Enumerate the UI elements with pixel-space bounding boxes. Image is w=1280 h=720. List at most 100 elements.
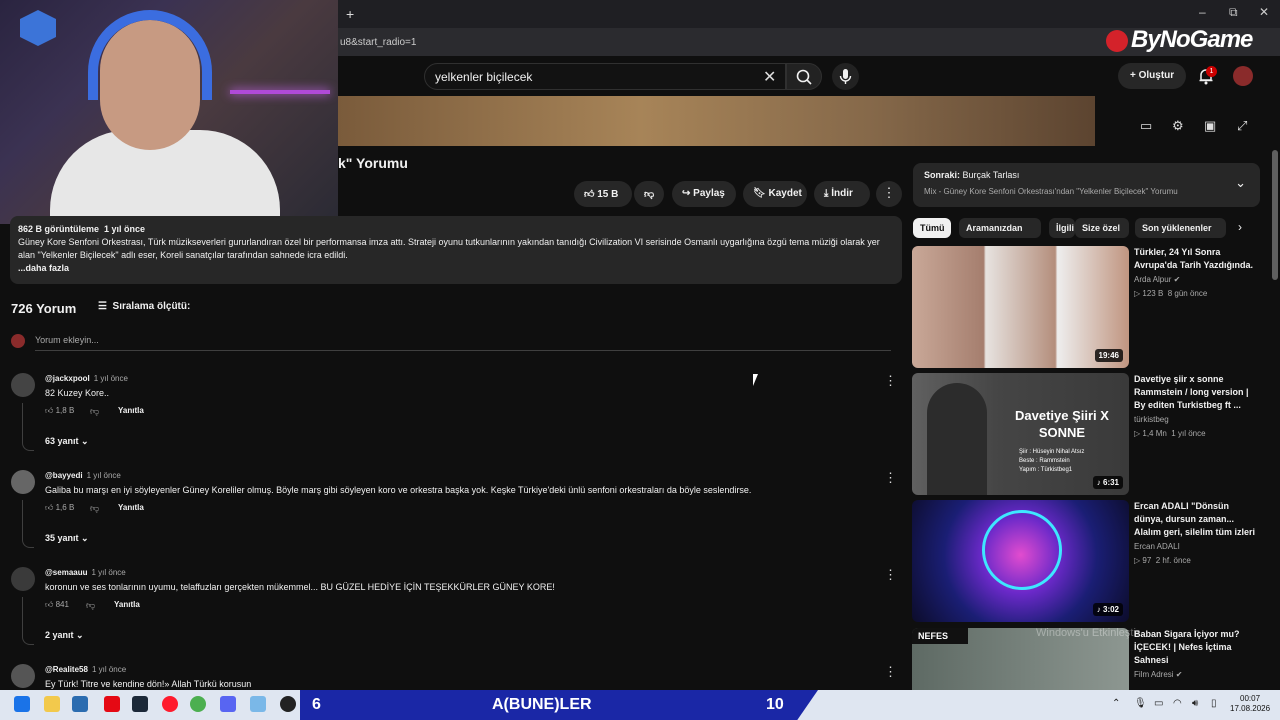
minimize-icon[interactable]: – xyxy=(1199,5,1206,19)
steam-icon[interactable] xyxy=(132,696,148,712)
comment-dislike-icon[interactable]: 👎︎ xyxy=(86,600,95,611)
voice-search-button[interactable] xyxy=(832,63,859,90)
video-player[interactable] xyxy=(338,96,1095,146)
app-icon[interactable] xyxy=(250,696,266,712)
download-button[interactable]: ⤓ İndir xyxy=(814,181,870,207)
tray-chevron-icon[interactable]: ⌃ xyxy=(1112,698,1120,709)
account-avatar[interactable] xyxy=(1233,66,1253,86)
url-text: u8&start_radio=1 xyxy=(340,37,417,48)
commenter-avatar[interactable] xyxy=(11,664,35,688)
subtitles-icon[interactable]: ▭ xyxy=(1140,118,1152,134)
opera-icon[interactable] xyxy=(162,696,178,712)
replies-toggle[interactable]: 2 yanıt ⌄ xyxy=(45,630,84,641)
miniplayer-icon[interactable]: ▣ xyxy=(1204,118,1216,134)
more-actions-button[interactable]: ⋮ xyxy=(876,181,902,207)
reply-button[interactable]: Yanıtla xyxy=(118,406,144,415)
recommendation-item[interactable]: Davetiye Şiiri X SONNE Şiir : Hüseyin Ni… xyxy=(912,373,1260,495)
reply-button[interactable]: Yanıtla xyxy=(118,503,144,512)
netflix-icon[interactable] xyxy=(104,696,120,712)
commenter-avatar[interactable] xyxy=(11,470,35,494)
comment-author[interactable]: @jackxpool xyxy=(45,374,90,383)
chip-related[interactable]: İlgili xyxy=(1049,218,1075,238)
chevron-down-icon: ⌄ xyxy=(81,533,89,543)
file-explorer-icon[interactable] xyxy=(44,696,60,712)
comment-menu-icon[interactable]: ⋮ xyxy=(884,567,897,583)
network-icon[interactable]: ▭ xyxy=(1154,698,1163,709)
filter-chips: Tümü Aramanızdan İlgili Size özel Son yü… xyxy=(913,218,1258,238)
settings-gear-icon[interactable]: ⚙ xyxy=(1172,118,1184,134)
description-box[interactable]: 862 B görüntüleme 1 yıl önce Güney Kore … xyxy=(10,216,902,284)
webcam-overlay xyxy=(0,0,338,224)
chevron-right-icon[interactable]: › xyxy=(1238,220,1242,234)
chip-recent[interactable]: Son yüklenenler xyxy=(1135,218,1226,238)
chip-for-you[interactable]: Size özel xyxy=(1075,218,1129,238)
discord-icon[interactable] xyxy=(220,696,236,712)
recommendation-item[interactable]: ♪ 3:02 Ercan ADALI "Dönsün dünya, dursun… xyxy=(912,500,1260,622)
search-button[interactable] xyxy=(786,63,822,90)
clear-search-icon[interactable]: ✕ xyxy=(763,67,776,87)
windows-start-icon[interactable] xyxy=(14,696,30,712)
scrollbar[interactable] xyxy=(1272,150,1278,280)
comment-like-button[interactable]: 👍︎ 1,8 B xyxy=(45,406,74,416)
comment-dislike-icon[interactable]: 👎︎ xyxy=(90,406,99,417)
comment-author[interactable]: @Realite58 xyxy=(45,665,88,674)
comment-dislike-icon[interactable]: 👎︎ xyxy=(90,503,99,514)
channel-name[interactable]: türkistbeg xyxy=(1134,415,1169,424)
chip-all[interactable]: Tümü xyxy=(913,218,951,238)
new-tab-button[interactable]: + xyxy=(346,6,354,22)
recommendation-title[interactable]: Baban Sigara İçiyor mu? İÇECEK! | Nefes … xyxy=(1134,628,1258,667)
like-button[interactable]: 👍︎ 15 B xyxy=(574,181,632,207)
channel-name[interactable]: Arda Alpur ✔ xyxy=(1134,275,1180,284)
chrome-icon[interactable] xyxy=(190,696,206,712)
channel-name[interactable]: Film Adresi ✔ xyxy=(1134,670,1183,679)
comment-like-button[interactable]: 👍︎ 841 xyxy=(45,600,69,610)
comment-menu-icon[interactable]: ⋮ xyxy=(884,373,897,389)
channel-name[interactable]: Ercan ADALI xyxy=(1134,542,1180,551)
comment-menu-icon[interactable]: ⋮ xyxy=(884,470,897,486)
chevron-down-icon[interactable]: ⌄ xyxy=(1235,175,1246,191)
add-comment-input[interactable]: Yorum ekleyin... xyxy=(35,335,99,345)
microphone-tray-icon[interactable]: 🎙︎ xyxy=(1134,698,1147,709)
close-window-icon[interactable]: ✕ xyxy=(1259,5,1269,19)
create-button[interactable]: + Oluştur xyxy=(1118,63,1186,89)
video-thumbnail[interactable]: Davetiye Şiiri X SONNE Şiir : Hüseyin Ni… xyxy=(912,373,1129,495)
battery-icon[interactable]: ▯ xyxy=(1211,698,1217,709)
search-input[interactable]: yelkenler biçilecek ✕ xyxy=(424,63,786,90)
video-meta: ▷ 97 2 hf. önce xyxy=(1134,556,1191,565)
replies-toggle[interactable]: 63 yanıt ⌄ xyxy=(45,436,89,447)
comment-author[interactable]: @semaauu xyxy=(45,568,87,577)
recommendation-title[interactable]: Ercan ADALI "Dönsün dünya, dursun zaman.… xyxy=(1134,500,1258,539)
store-icon[interactable] xyxy=(72,696,88,712)
comment-author[interactable]: @bayyedi xyxy=(45,471,83,480)
recommendation-title[interactable]: Türkler, 24 Yıl Sonra Avrupa'da Tarih Ya… xyxy=(1134,246,1258,272)
obs-icon[interactable] xyxy=(280,696,296,712)
volume-icon[interactable]: 🔊︎ xyxy=(1192,698,1198,709)
thumbnail-label: NEFES xyxy=(912,628,968,644)
chip-from-search[interactable]: Aramanızdan xyxy=(959,218,1041,238)
recommendation-title[interactable]: Davetiye şiir x sonne Rammstein / long v… xyxy=(1134,373,1258,412)
comment-like-button[interactable]: 👍︎ 1,6 B xyxy=(45,503,74,513)
video-thumbnail[interactable]: ♪ 3:02 xyxy=(912,500,1129,622)
video-meta: ▷ 123 B 8 gün önce xyxy=(1134,289,1208,298)
maximize-icon[interactable]: ⧉ xyxy=(1229,5,1238,20)
show-more-link[interactable]: ...daha fazla xyxy=(18,263,69,273)
replies-toggle[interactable]: 35 yanıt ⌄ xyxy=(45,533,89,544)
fullscreen-icon[interactable]: ⤢ xyxy=(1237,118,1247,134)
channel-logo-icon xyxy=(20,10,56,46)
video-thumbnail[interactable]: 19:46 xyxy=(912,246,1129,368)
reply-button[interactable]: Yanıtla xyxy=(114,600,140,609)
dislike-button[interactable]: 👎︎ xyxy=(634,181,664,207)
wifi-icon[interactable]: ◠ xyxy=(1173,698,1182,709)
commenter-avatar[interactable] xyxy=(11,567,35,591)
video-controls xyxy=(1095,96,1275,146)
comment-time: 1 yıl önce xyxy=(91,665,127,674)
thumbs-up-icon: 👍︎ xyxy=(45,600,56,609)
sort-button[interactable]: ☰ Sıralama ölçütü: xyxy=(98,301,190,312)
share-button[interactable]: ↪ Paylaş xyxy=(672,181,736,207)
up-next-panel[interactable]: Sonraki: Burçak Tarlası Mix - Güney Kore… xyxy=(913,163,1260,207)
save-button[interactable]: 🔖︎ Kaydet xyxy=(743,181,807,207)
commenter-avatar[interactable] xyxy=(11,373,35,397)
recommendation-item[interactable]: 19:46 Türkler, 24 Yıl Sonra Avrupa'da Ta… xyxy=(912,246,1260,368)
system-clock[interactable]: 00:07 17.08.2026 xyxy=(1230,694,1270,714)
comment-menu-icon[interactable]: ⋮ xyxy=(884,664,897,680)
